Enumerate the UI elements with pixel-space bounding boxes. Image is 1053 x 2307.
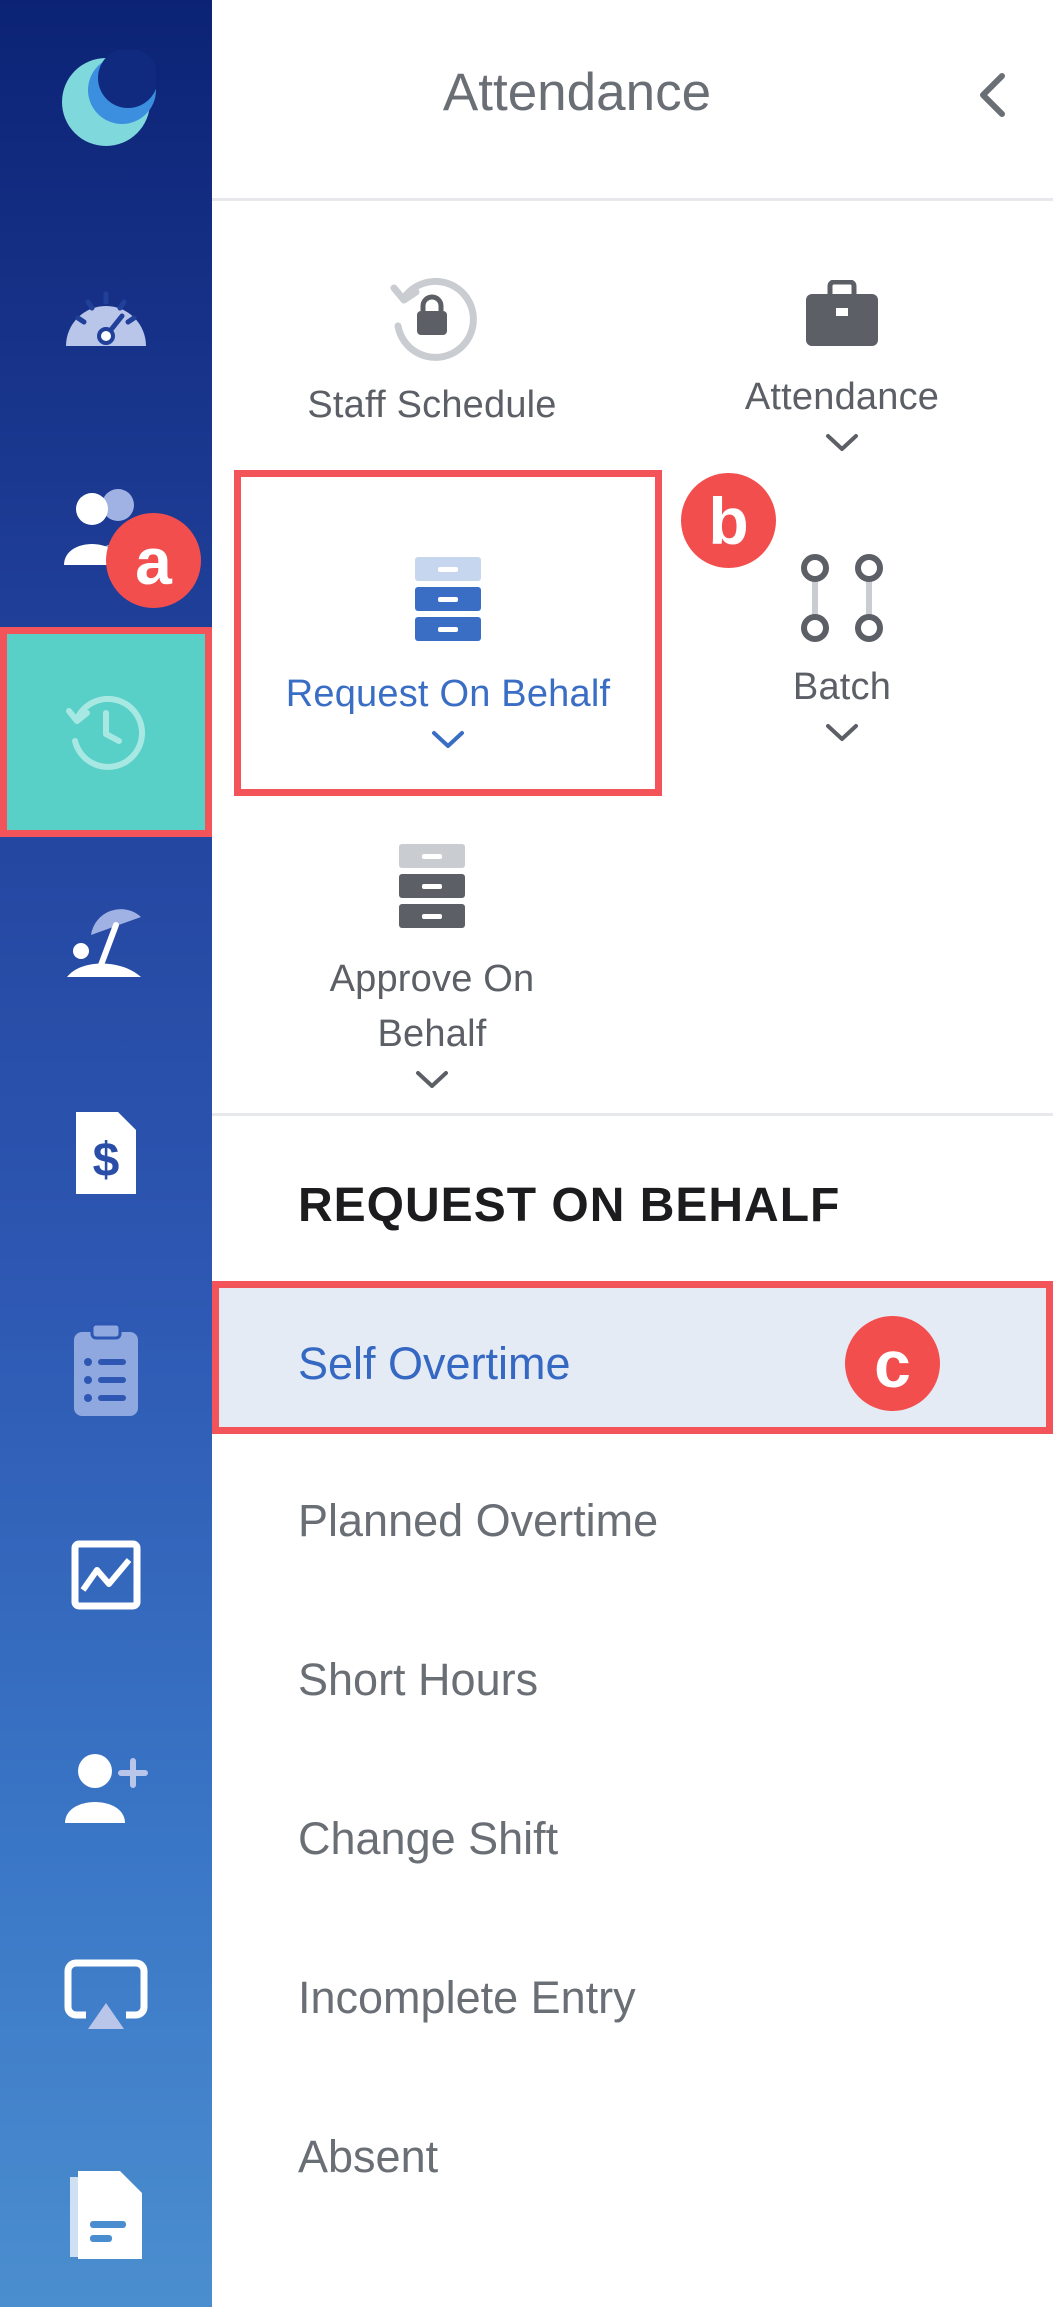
payroll-dollar-icon[interactable]: $ — [0, 1078, 212, 1228]
beach-umbrella-icon[interactable] — [0, 865, 212, 1015]
menu-item-absent[interactable]: Absent — [298, 2131, 438, 2183]
tile-label: Attendance — [744, 376, 940, 418]
menu-item-incomplete-entry[interactable]: Incomplete Entry — [298, 1972, 636, 2024]
menu-item-label: Self Overtime — [298, 1338, 571, 1389]
attendance-panel: Attendance Staff Schedule Attendance Req… — [212, 0, 1053, 2307]
lock-history-icon — [390, 277, 477, 361]
tile-attendance[interactable]: Attendance — [682, 280, 1002, 453]
tile-label: Approve On Behalf — [330, 952, 535, 1062]
tile-approve-on-behalf[interactable]: Approve On Behalf — [272, 842, 592, 1090]
highlight-box-b — [234, 470, 662, 796]
batch-nodes-icon — [801, 554, 883, 642]
moon-logo-icon[interactable] — [0, 25, 212, 175]
chevron-left-icon — [980, 73, 1005, 117]
chevron-down-icon — [826, 434, 858, 452]
tile-label: Batch — [792, 666, 892, 708]
svg-text:$: $ — [93, 1134, 120, 1187]
tile-label-line1: Approve On — [329, 958, 535, 1000]
chevron-down-icon — [416, 1071, 448, 1089]
tiles-divider — [212, 1113, 1053, 1116]
attendance-clock-history-icon[interactable] — [0, 657, 212, 807]
menu-item-planned-overtime[interactable]: Planned Overtime — [298, 1495, 658, 1547]
annotation-a: a — [106, 513, 201, 608]
clipboard-list-icon[interactable] — [0, 1295, 212, 1445]
annotation-c: c — [845, 1316, 940, 1411]
briefcase-icon — [806, 280, 878, 346]
annotation-b: b — [681, 473, 776, 568]
tile-staff-schedule[interactable]: Staff Schedule — [272, 268, 592, 433]
tile-label: Staff Schedule — [307, 384, 557, 426]
tile-batch[interactable]: Batch — [682, 552, 1002, 743]
collapse-back-button[interactable] — [957, 60, 1027, 130]
header-divider — [212, 198, 1053, 201]
airplay-screen-icon[interactable] — [0, 1922, 212, 2072]
menu-item-short-hours[interactable]: Short Hours — [298, 1654, 538, 1706]
add-user-icon[interactable] — [0, 1712, 212, 1862]
submenu-title: REQUEST ON BEHALF — [298, 1179, 841, 1232]
chart-icon[interactable] — [0, 1500, 212, 1650]
cabinet-icon — [399, 844, 465, 928]
chevron-down-icon — [826, 724, 858, 742]
menu-item-change-shift[interactable]: Change Shift — [298, 1813, 558, 1865]
page-title: Attendance — [442, 63, 712, 122]
tile-label-line2: Behalf — [377, 1013, 487, 1056]
dashboard-gauge-icon[interactable] — [0, 240, 212, 390]
sidebar: $ — [0, 0, 212, 2307]
document-icon[interactable] — [0, 2140, 212, 2290]
